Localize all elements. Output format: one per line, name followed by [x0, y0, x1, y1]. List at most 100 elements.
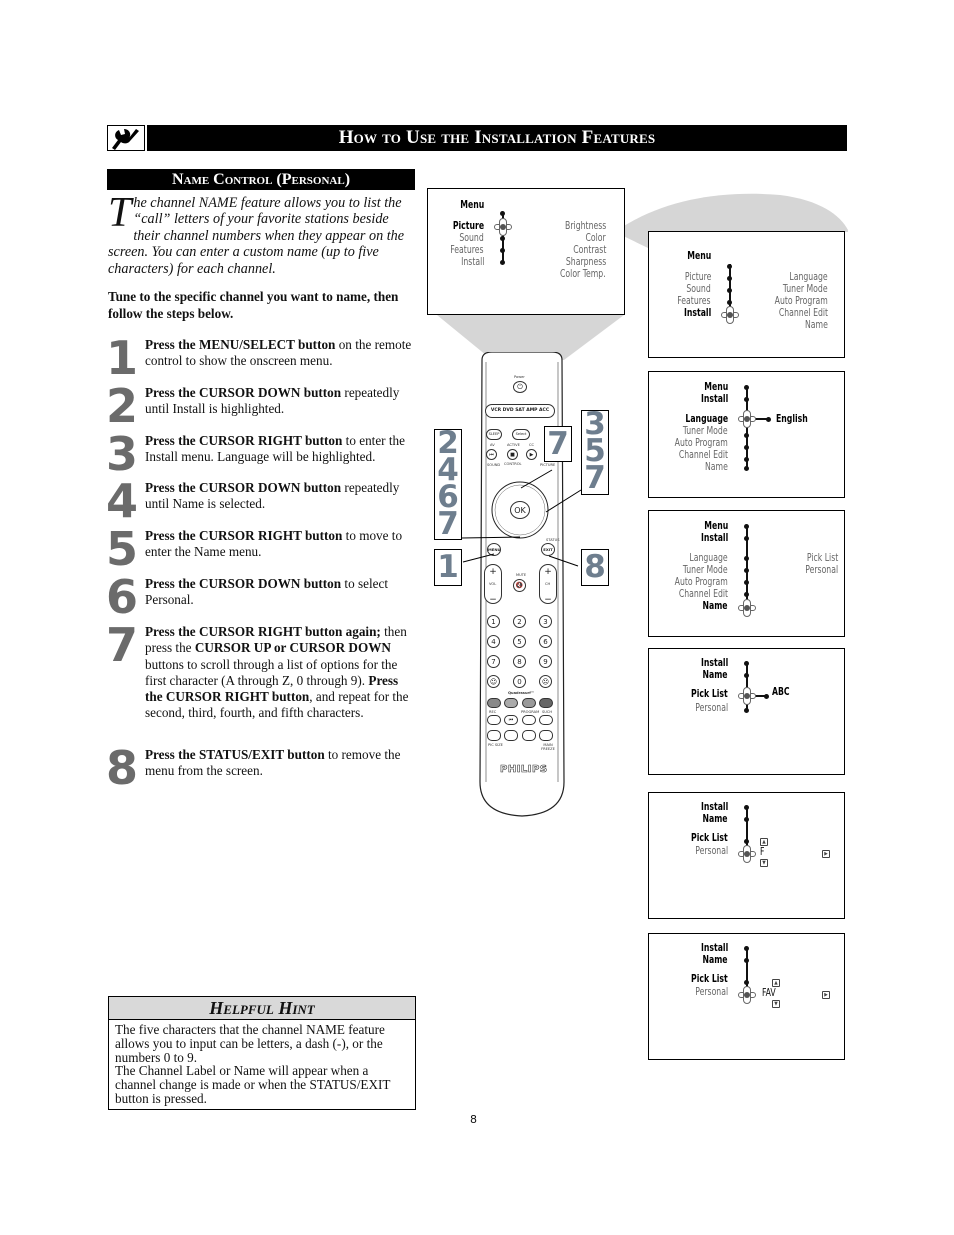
breadcrumb-item: Menu — [704, 381, 728, 393]
freeze-label: MAIN FREEZE — [541, 743, 555, 751]
mute-button[interactable]: 🔇 — [513, 579, 526, 592]
callout-step-7: 7 — [544, 426, 572, 462]
submenu-item: Language — [789, 271, 828, 283]
digit-button-8[interactable]: 8 — [513, 655, 526, 668]
stop-button[interactable]: ■ — [507, 449, 518, 460]
cursor-icon — [738, 845, 756, 863]
cc-label: CC — [529, 443, 535, 447]
breadcrumb-item: Install — [700, 801, 728, 813]
menu-item: Picture — [684, 271, 711, 283]
select-button[interactable]: Select — [512, 429, 530, 440]
freeze-button[interactable] — [539, 730, 553, 741]
func-button-1[interactable] — [487, 715, 501, 725]
menu-item: Language — [689, 552, 728, 564]
func-button-7[interactable] — [522, 730, 536, 741]
digit-button-6[interactable]: 6 — [539, 635, 552, 648]
callout-step-1: 1 — [434, 549, 462, 586]
digit-button-1[interactable]: 1 — [487, 615, 500, 628]
breadcrumb-item: Install — [700, 657, 728, 669]
digit-button-4[interactable]: 4 — [487, 635, 500, 648]
menu-item: Auto Program — [674, 437, 728, 449]
source-select-button[interactable]: VCR DVD SAT AMP ACC — [485, 404, 555, 418]
exit-button[interactable]: EXIT — [541, 543, 555, 556]
submenu-item: Brightness — [564, 220, 606, 232]
menu-item: Channel Edit — [678, 588, 728, 600]
digit-button-5[interactable]: 5 — [513, 635, 526, 648]
green-button[interactable] — [504, 698, 518, 708]
arrow-down-icon: ▼ — [772, 1000, 780, 1008]
arrow-right-icon: ▶ — [822, 850, 830, 858]
func-button-4[interactable] — [539, 715, 553, 725]
menu-screen-install: Menu Picture Sound Features Install Lang… — [648, 231, 845, 358]
menu-item: Sound — [459, 232, 484, 244]
cursor-icon — [494, 218, 512, 236]
list-button[interactable] — [522, 715, 536, 725]
cursor-icon — [738, 986, 756, 1004]
menu-item: Install — [460, 256, 484, 268]
menu-header: Menu — [460, 199, 484, 211]
frown-button[interactable]: ☹ — [539, 675, 552, 688]
menu-item: Personal — [695, 702, 728, 714]
sleep-button[interactable]: SLEEP — [486, 429, 502, 440]
remote-control: Power ⏻ VCR DVD SAT AMP ACC SLEEP Select… — [476, 352, 568, 817]
rewind-button[interactable]: ⏮ — [486, 449, 497, 460]
mute-label: MUTE — [516, 573, 527, 577]
menu-item-selected: Personal — [695, 986, 728, 998]
vol-label: VOL — [489, 582, 497, 586]
menu-item: Sound — [686, 283, 711, 295]
cursor-icon — [738, 687, 756, 705]
picture-label: PICTURE — [540, 463, 556, 467]
breadcrumb-item: Name — [702, 954, 728, 966]
menu-item-selected: Install — [683, 307, 711, 319]
digit-button-7[interactable]: 7 — [487, 655, 500, 668]
yellow-button[interactable] — [522, 698, 536, 708]
menu-item: Auto Program — [674, 576, 728, 588]
rec-label: REC — [489, 710, 497, 714]
play-button[interactable]: ▶ — [526, 449, 537, 460]
power-button[interactable]: ⏻ — [513, 381, 527, 393]
menu-button[interactable]: MENU — [487, 543, 501, 556]
submenu-item: Color Temp. — [560, 268, 606, 280]
menu-item: Name — [705, 461, 728, 473]
name-screen-personal-fav: Install Name Pick List Personal ▲ FAV ▼ … — [648, 933, 845, 1060]
menu-item-selected: Name — [702, 600, 728, 612]
cursor-icon — [738, 410, 756, 428]
func-button-6[interactable] — [504, 730, 518, 741]
ok-button[interactable]: OK — [510, 501, 530, 519]
digit-button-2[interactable]: 2 — [513, 615, 526, 628]
blue-button[interactable] — [539, 698, 553, 708]
breadcrumb-item: Install — [700, 532, 728, 544]
breadcrumb-item: Install — [700, 942, 728, 954]
skip-button[interactable]: ⏮ — [504, 715, 518, 725]
submenu-item: Color — [585, 232, 606, 244]
submenu-item: Name — [805, 319, 828, 331]
beam-arc — [615, 193, 848, 232]
submenu-item: Personal — [805, 564, 838, 576]
digit-button-0[interactable]: 0 — [513, 675, 526, 688]
quadrasurf-label: Quadrasurf™ — [508, 691, 535, 695]
install-screen-language: Menu Install Language Tuner Mode Auto Pr… — [648, 371, 845, 498]
breadcrumb-item: Name — [702, 813, 728, 825]
program-label: PROGRAM — [521, 710, 540, 714]
submenu-item: Auto Program — [774, 295, 828, 307]
cursor-icon — [738, 599, 756, 617]
arrow-right-icon: ▶ — [822, 991, 830, 999]
digit-button-9[interactable]: 9 — [539, 655, 552, 668]
character-value: FAV — [762, 987, 776, 999]
control-label: CONTROL — [504, 462, 522, 466]
pic-size-label: PIC SIZE — [488, 743, 503, 747]
power-label: Power — [514, 375, 525, 379]
brand-logo: PHILIPS — [500, 764, 548, 776]
pic-size-button[interactable] — [487, 730, 501, 741]
submenu-item: Pick List — [806, 552, 838, 564]
cursor-icon — [721, 306, 739, 324]
digit-button-3[interactable]: 3 — [539, 615, 552, 628]
smiley-button[interactable]: ☺ — [487, 675, 500, 688]
submenu-item: Sharpness — [565, 256, 606, 268]
menu-item: Pick List — [691, 832, 728, 844]
red-button[interactable] — [487, 698, 501, 708]
menu-item-selected: Pick List — [691, 688, 728, 700]
breadcrumb-item: Install — [700, 393, 728, 405]
name-screen-picklist: Install Name Pick List Personal ABC — [648, 648, 845, 775]
breadcrumb-item: Menu — [704, 520, 728, 532]
